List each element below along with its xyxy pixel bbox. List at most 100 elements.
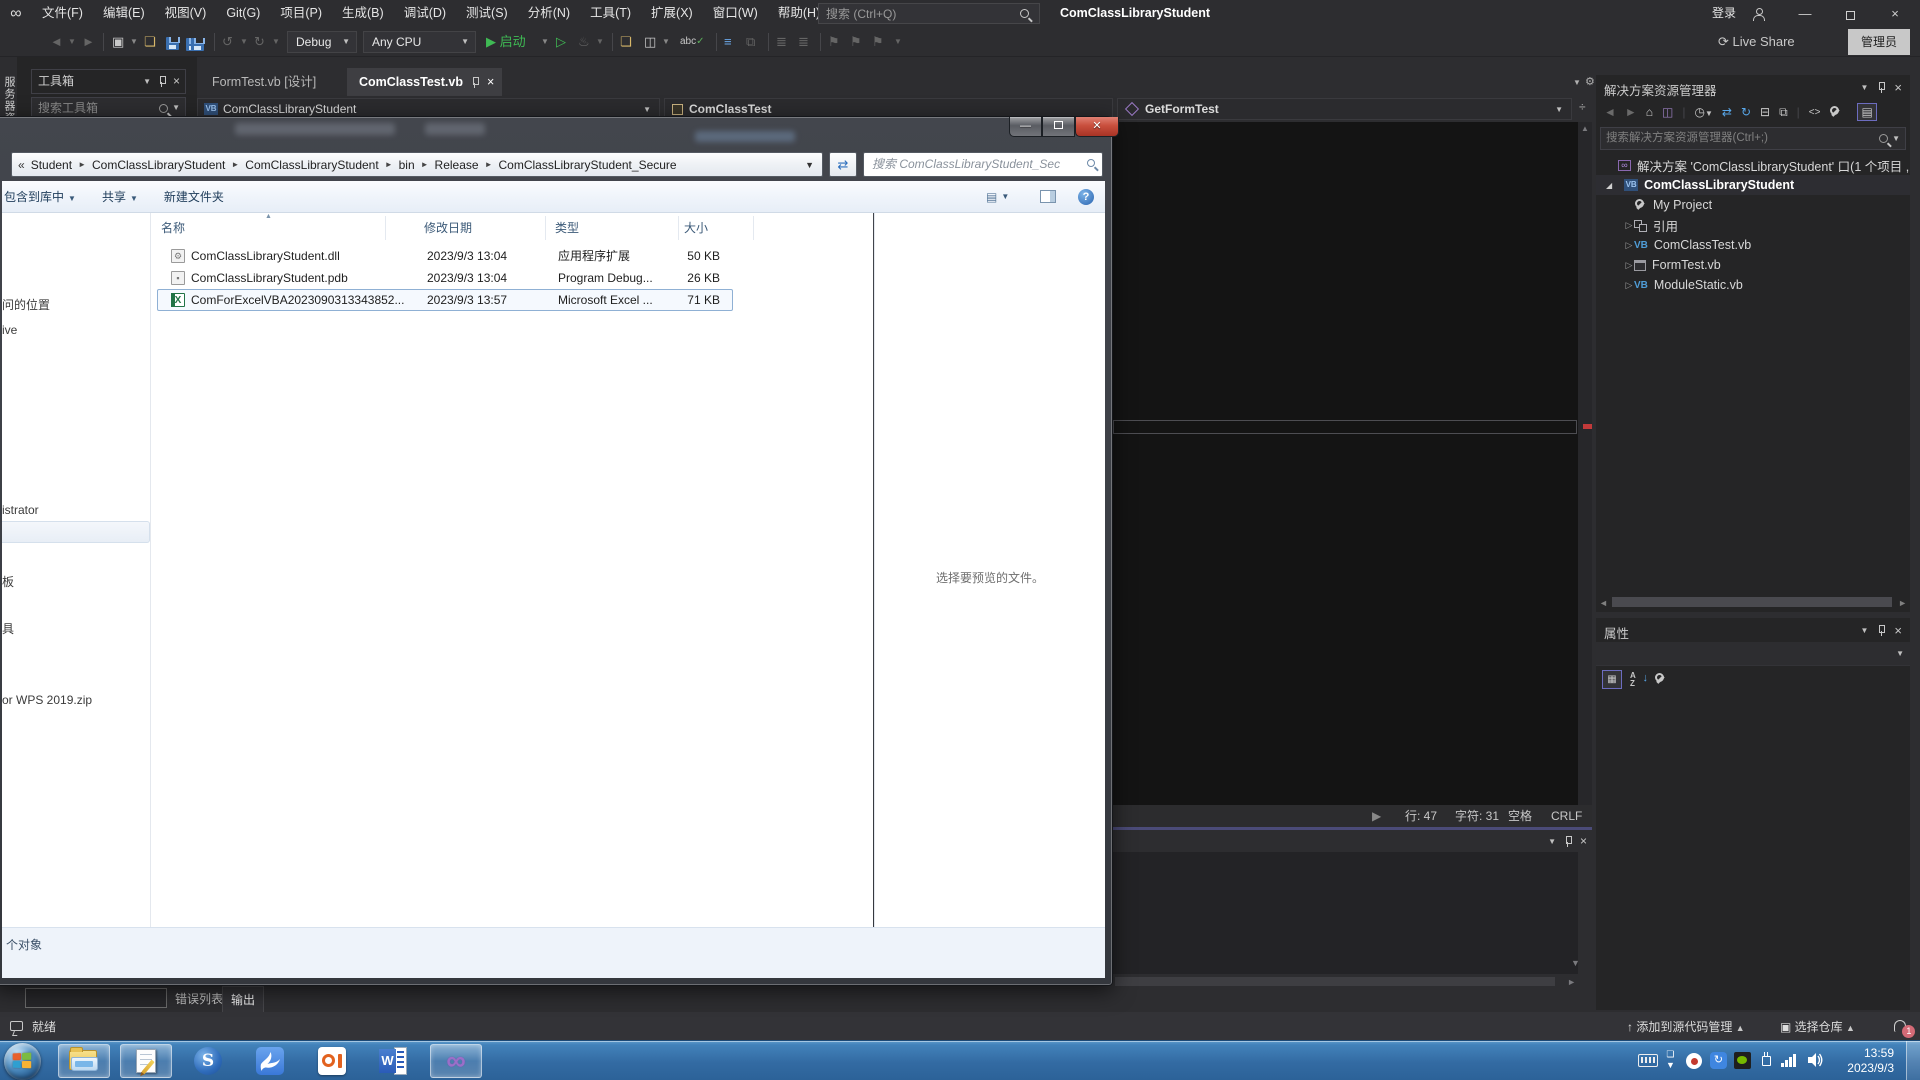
profiler-icon[interactable]: ♨ bbox=[578, 31, 590, 53]
nav-back-icon[interactable]: ◄ bbox=[50, 31, 63, 53]
solution-explorer-search[interactable]: 搜索解决方案资源管理器(Ctrl+;) ▼ bbox=[1600, 127, 1906, 150]
tree-item-ComClassTest.vb[interactable]: ▷ VB ComClassTest.vb bbox=[1596, 235, 1910, 255]
breadcrumb-separator-icon[interactable]: ► bbox=[225, 160, 245, 169]
solution-explorer-hscrollbar[interactable]: ◄ ► bbox=[1596, 595, 1910, 610]
tray-clock[interactable]: 13:59 2023/9/3 bbox=[1832, 1046, 1894, 1076]
breadcrumb-segment[interactable]: bin bbox=[399, 158, 415, 172]
breadcrumb-segment[interactable]: ComClassLibraryStudent_Secure bbox=[499, 158, 677, 172]
menu-编辑(E)[interactable]: 编辑(E) bbox=[93, 0, 155, 27]
menu-Git(G)[interactable]: Git(G) bbox=[216, 0, 270, 27]
file-row[interactable]: ⚙ ComClassLibraryStudent.dll 2023/9/3 13:0… bbox=[151, 245, 873, 267]
nav-tree-item[interactable]: 板 bbox=[2, 573, 14, 590]
start-debug-button[interactable]: ▶ 启动 bbox=[486, 31, 526, 53]
vs-search-input[interactable]: 搜索 (Ctrl+Q) bbox=[818, 3, 1040, 24]
help-button[interactable]: ? bbox=[1078, 188, 1094, 205]
minimize-button[interactable]: — bbox=[1788, 0, 1822, 27]
member-dropdown[interactable]: GetFormTest ▼ bbox=[1117, 98, 1572, 120]
menu-测试(S)[interactable]: 测试(S) bbox=[456, 0, 518, 27]
platform-dropdown[interactable]: Any CPU ▼ bbox=[363, 31, 476, 53]
switch-views-icon[interactable]: ◫ bbox=[1662, 105, 1673, 119]
show-desktop-button[interactable] bbox=[1906, 1041, 1920, 1080]
sync-icon[interactable]: ⇄ bbox=[1722, 105, 1732, 119]
select-repository[interactable]: ▣ 选择仓库 ▲ bbox=[1780, 1018, 1855, 1035]
close-tab-icon[interactable]: × bbox=[487, 68, 494, 96]
open-file-icon[interactable]: ❏ bbox=[144, 31, 156, 53]
tree-project[interactable]: ◢ VB ComClassLibraryStudent bbox=[1596, 175, 1910, 195]
properties-icon[interactable]: ⧉ bbox=[1779, 105, 1788, 120]
menu-项目(P)[interactable]: 项目(P) bbox=[270, 0, 332, 27]
breadcrumb-segment[interactable]: ComClassLibraryStudent bbox=[92, 158, 225, 172]
tab-comclasstest[interactable]: ComClassTest.vb × bbox=[347, 68, 503, 96]
menu-生成(B)[interactable]: 生成(B) bbox=[332, 0, 394, 27]
breadcrumb-separator-icon[interactable]: ► bbox=[379, 160, 399, 169]
nav-tree-item[interactable]: istrator bbox=[2, 503, 39, 517]
forward-icon[interactable]: ► bbox=[1625, 105, 1637, 119]
include-in-library-button[interactable]: 包含到库中 ▼ bbox=[4, 188, 76, 205]
editor-vertical-scrollbar[interactable]: ▲ bbox=[1578, 122, 1592, 805]
uncomment-icon[interactable]: ≣ bbox=[798, 31, 809, 53]
live-share-icon[interactable]: ⟳ Live Share bbox=[1718, 31, 1795, 53]
file-row[interactable]: ▪ ComClassLibraryStudent.pdb 2023/9/3 13:0… bbox=[151, 267, 873, 289]
menu-窗口(W)[interactable]: 窗口(W) bbox=[703, 0, 768, 27]
view-code-icon[interactable]: <> bbox=[1809, 107, 1821, 118]
collapse-all-icon[interactable]: ⊟ bbox=[1760, 105, 1770, 119]
explorer-minimize-button[interactable]: — bbox=[1009, 117, 1042, 137]
save-icon[interactable] bbox=[166, 35, 180, 57]
taskbar-notepad[interactable] bbox=[120, 1044, 172, 1078]
menu-视图(V)[interactable]: 视图(V) bbox=[155, 0, 217, 27]
output-scroll-down-icon[interactable]: ▼ bbox=[1571, 958, 1580, 968]
tab-output[interactable]: 输出 bbox=[222, 986, 265, 1012]
menu-工具(T)[interactable]: 工具(T) bbox=[580, 0, 641, 27]
taskbar-file-explorer[interactable] bbox=[58, 1044, 110, 1078]
breadcrumb-overflow-chevron[interactable]: « bbox=[12, 158, 31, 172]
file-row[interactable]: X ComForExcelVBA2023090313343852... 2023/9… bbox=[151, 289, 873, 311]
wrench-icon[interactable] bbox=[1654, 673, 1667, 686]
tray-nvidia-icon[interactable] bbox=[1734, 1052, 1751, 1069]
wrench-icon[interactable] bbox=[1829, 105, 1842, 119]
find-in-files-icon[interactable]: ❏ bbox=[620, 31, 632, 53]
preview-pane-button[interactable] bbox=[1040, 190, 1056, 203]
bookmark-icon[interactable]: ⚑ bbox=[828, 31, 840, 53]
tray-volume-icon[interactable] bbox=[1806, 1051, 1824, 1074]
tray-record-icon[interactable] bbox=[1686, 1053, 1702, 1069]
taskbar-thunder[interactable] bbox=[244, 1044, 296, 1078]
properties-object-dropdown[interactable]: ▼ bbox=[1596, 642, 1910, 666]
column-name[interactable]: 名称 bbox=[161, 215, 185, 241]
breadcrumb-segment[interactable]: ComClassLibraryStudent bbox=[245, 158, 378, 172]
restore-button[interactable] bbox=[1833, 0, 1867, 27]
pin-tab-icon[interactable] bbox=[471, 76, 479, 88]
explorer-maximize-button[interactable] bbox=[1042, 117, 1075, 137]
tab-formtest-design[interactable]: FormTest.vb [设计] bbox=[202, 68, 326, 96]
pending-changes-filter-icon[interactable]: ◷▼ bbox=[1695, 105, 1713, 119]
navigate-icon[interactable]: ◫ bbox=[644, 31, 656, 53]
nav-tree-item[interactable]: 问的位置 bbox=[2, 296, 50, 313]
redo-icon[interactable]: ↻ bbox=[254, 31, 265, 53]
start-without-debug-icon[interactable]: ▷ bbox=[556, 31, 566, 53]
taskbar-visual-studio[interactable]: ∞ bbox=[430, 1044, 482, 1078]
breadcrumb[interactable]: « Student ► ComClassLibraryStudent ► ComClas… bbox=[11, 152, 823, 177]
breadcrumb-segment[interactable]: Release bbox=[435, 158, 479, 172]
tree-solution[interactable]: ∞ 解决方案 'ComClassLibraryStudent' 口(1 个项目 ,… bbox=[1596, 155, 1910, 175]
tree-item-My Project[interactable]: My Project bbox=[1596, 195, 1910, 215]
nav-tree-item[interactable]: ive bbox=[2, 323, 17, 337]
explorer-close-button[interactable]: ✕ bbox=[1075, 117, 1119, 137]
categorized-icon[interactable]: ▦ bbox=[1602, 670, 1622, 689]
taskbar-browser[interactable]: S bbox=[182, 1044, 234, 1078]
undo-icon[interactable]: ↺ bbox=[222, 31, 233, 53]
save-all-icon[interactable] bbox=[186, 35, 205, 57]
view-mode-button[interactable]: ▤ ▼ bbox=[986, 190, 1009, 204]
toolbox-title[interactable]: 工具箱 ▼ × bbox=[31, 69, 186, 94]
tree-item-引用[interactable]: ▷ 引用 bbox=[1596, 215, 1910, 235]
tree-item-FormTest.vb[interactable]: ▷ FormTest.vb bbox=[1596, 255, 1910, 275]
close-icon[interactable]: × bbox=[1894, 80, 1902, 95]
code-editor[interactable] bbox=[1113, 122, 1578, 805]
menu-分析(N)[interactable]: 分析(N) bbox=[518, 0, 580, 27]
feedback-icon[interactable] bbox=[10, 1021, 23, 1031]
start-button[interactable] bbox=[4, 1043, 41, 1080]
taskbar-word[interactable]: W bbox=[368, 1044, 420, 1078]
tray-power-icon[interactable] bbox=[1758, 1052, 1772, 1068]
nav-forward-icon[interactable]: ► bbox=[82, 31, 95, 53]
output-source-dropdown[interactable] bbox=[25, 988, 167, 1008]
menu-调试(D)[interactable]: 调试(D) bbox=[394, 0, 456, 27]
breadcrumb-separator-icon[interactable]: ► bbox=[415, 160, 435, 169]
